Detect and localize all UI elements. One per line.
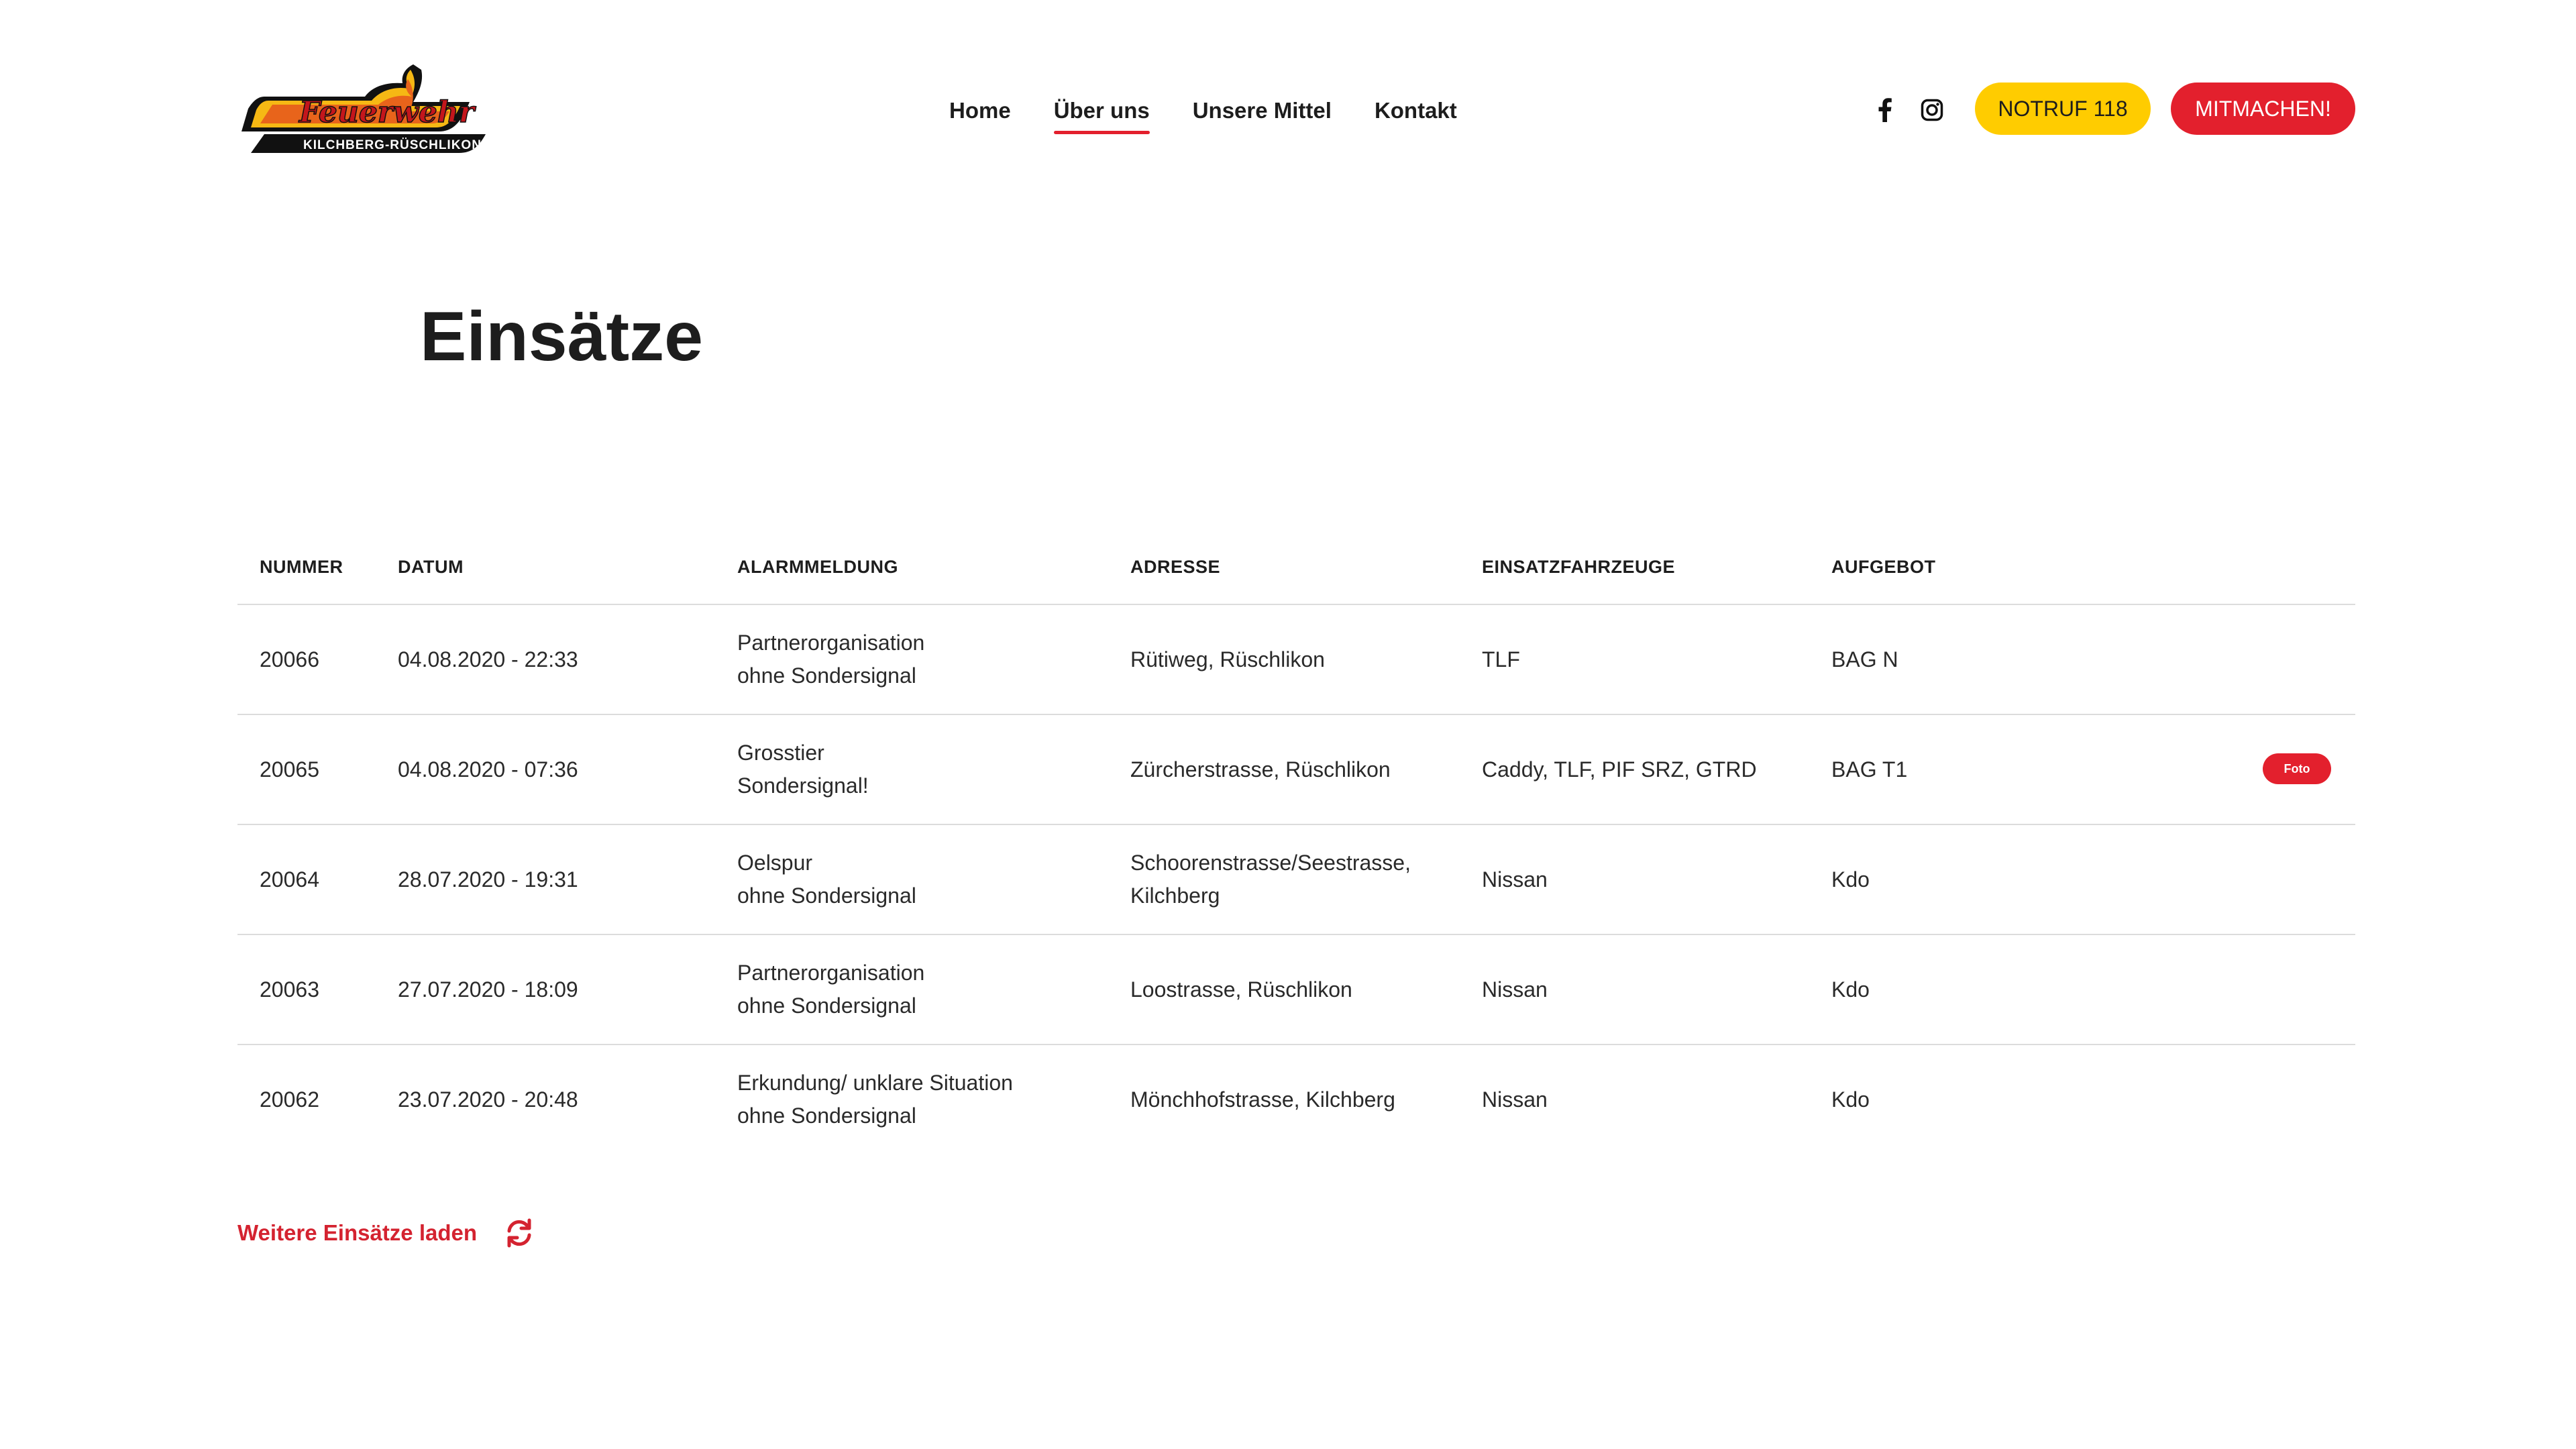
cell-alarmmeldung: Partnerorganisation ohne Sondersignal xyxy=(737,935,924,1044)
svg-text:KILCHBERG-RÜSCHLIKON: KILCHBERG-RÜSCHLIKON xyxy=(303,138,482,152)
cell-aufgebot: Kdo xyxy=(1831,1087,1870,1112)
cell-aufgebot: BAG T1 xyxy=(1831,757,1908,782)
nav-item-unsere-mittel[interactable]: Unsere Mittel xyxy=(1193,98,1332,123)
notruf-button[interactable]: NOTRUF 118 xyxy=(1975,83,2151,135)
page-title: Einsätze xyxy=(420,298,703,376)
alarm-line: ohne Sondersignal xyxy=(737,663,916,688)
facebook-icon[interactable] xyxy=(1870,95,1900,125)
foto-badge[interactable]: Foto xyxy=(2263,753,2331,784)
cell-alarmmeldung: Grosstier Sondersignal! xyxy=(737,715,869,824)
table-row: 20065 04.08.2020 - 07:36 Grosstier Sonde… xyxy=(237,715,2355,825)
adresse-line: Zürcherstrasse, Rüschlikon xyxy=(1130,757,1391,782)
alarm-line: Grosstier xyxy=(737,741,824,765)
nav-item-home[interactable]: Home xyxy=(949,98,1011,123)
cell-adresse: Schoorenstrasse/Seestrasse, Kilchberg xyxy=(1130,825,1411,934)
adresse-line: Kilchberg xyxy=(1130,883,1220,908)
cell-nummer: 20063 xyxy=(260,977,319,1002)
einsaetze-table: NUMMER DATUM ALARMMELDUNG ADRESSE EINSAT… xyxy=(237,530,2355,1154)
column-header-adresse: ADRESSE xyxy=(1130,556,1221,577)
cell-aufgebot: Kdo xyxy=(1831,867,1870,892)
cell-adresse: Rütiweg, Rüschlikon xyxy=(1130,605,1325,714)
cell-alarmmeldung: Oelspur ohne Sondersignal xyxy=(737,825,916,934)
adresse-line: Schoorenstrasse/Seestrasse, xyxy=(1130,851,1411,875)
cell-nummer: 20066 xyxy=(260,647,319,672)
refresh-icon xyxy=(502,1216,536,1250)
alarm-line: Partnerorganisation xyxy=(737,631,925,655)
column-header-nummer: NUMMER xyxy=(260,556,343,577)
table-header: NUMMER DATUM ALARMMELDUNG ADRESSE EINSAT… xyxy=(237,530,2355,605)
cell-alarmmeldung: Erkundung/ unklare Situation ohne Sonder… xyxy=(737,1045,1013,1154)
load-more-button[interactable]: Weitere Einsätze laden xyxy=(237,1214,536,1252)
nav-item-kontakt[interactable]: Kontakt xyxy=(1375,98,1457,123)
cell-adresse: Zürcherstrasse, Rüschlikon xyxy=(1130,715,1391,824)
cell-aufgebot: BAG N xyxy=(1831,647,1898,672)
cell-datum: 04.08.2020 - 07:36 xyxy=(398,757,578,782)
adresse-line: Rütiweg, Rüschlikon xyxy=(1130,647,1325,672)
svg-text:Feuerwehr: Feuerwehr xyxy=(298,95,476,129)
cell-datum: 04.08.2020 - 22:33 xyxy=(398,647,578,672)
cell-datum: 27.07.2020 - 18:09 xyxy=(398,977,578,1002)
table-row: 20066 04.08.2020 - 22:33 Partnerorganisa… xyxy=(237,605,2355,715)
load-more-label: Weitere Einsätze laden xyxy=(237,1220,478,1245)
nav-item-ueber-uns[interactable]: Über uns xyxy=(1053,98,1150,134)
cell-nummer: 20064 xyxy=(260,867,319,892)
column-header-alarmmeldung: ALARMMELDUNG xyxy=(737,556,898,577)
cell-adresse: Mönchhofstrasse, Kilchberg xyxy=(1130,1045,1395,1154)
alarm-line: ohne Sondersignal xyxy=(737,883,916,908)
table-row: 20064 28.07.2020 - 19:31 Oelspur ohne So… xyxy=(237,825,2355,935)
cell-nummer: 20065 xyxy=(260,757,319,782)
table-row: 20063 27.07.2020 - 18:09 Partnerorganisa… xyxy=(237,935,2355,1045)
column-header-datum: DATUM xyxy=(398,556,464,577)
cell-adresse: Loostrasse, Rüschlikon xyxy=(1130,935,1352,1044)
adresse-line: Mönchhofstrasse, Kilchberg xyxy=(1130,1087,1395,1112)
cell-einsatzfahrzeuge: TLF xyxy=(1482,647,1520,672)
cell-einsatzfahrzeuge: Nissan xyxy=(1482,977,1548,1002)
column-header-aufgebot: AUFGEBOT xyxy=(1831,556,1936,577)
alarm-line: ohne Sondersignal xyxy=(737,1104,916,1128)
cell-datum: 23.07.2020 - 20:48 xyxy=(398,1087,578,1112)
cell-alarmmeldung: Partnerorganisation ohne Sondersignal xyxy=(737,605,924,714)
alarm-line: Oelspur xyxy=(737,851,813,875)
mitmachen-button[interactable]: MITMACHEN! xyxy=(2171,83,2355,135)
cell-einsatzfahrzeuge: Nissan xyxy=(1482,867,1548,892)
cell-datum: 28.07.2020 - 19:31 xyxy=(398,867,578,892)
alarm-line: Sondersignal! xyxy=(737,773,869,798)
instagram-icon[interactable] xyxy=(1917,95,1947,125)
table-row: 20062 23.07.2020 - 20:48 Erkundung/ unkl… xyxy=(237,1045,2355,1154)
column-header-einsatzfahrzeuge: EINSATZFAHRZEUGE xyxy=(1482,556,1676,577)
cell-einsatzfahrzeuge: Caddy, TLF, PIF SRZ, GTRD xyxy=(1482,757,1757,782)
adresse-line: Loostrasse, Rüschlikon xyxy=(1130,977,1352,1002)
cell-nummer: 20062 xyxy=(260,1087,319,1112)
alarm-line: Partnerorganisation xyxy=(737,961,925,985)
alarm-line: ohne Sondersignal xyxy=(737,994,916,1018)
cell-einsatzfahrzeuge: Nissan xyxy=(1482,1087,1548,1112)
page: Feuerwehr KILCHBERG-RÜSCHLIKON Home Über… xyxy=(0,0,2576,1449)
main-nav: Home Über uns Unsere Mittel Kontakt xyxy=(949,91,1457,134)
logo[interactable]: Feuerwehr KILCHBERG-RÜSCHLIKON xyxy=(237,62,496,156)
alarm-line: Erkundung/ unklare Situation xyxy=(737,1071,1013,1095)
cell-aufgebot: Kdo xyxy=(1831,977,1870,1002)
